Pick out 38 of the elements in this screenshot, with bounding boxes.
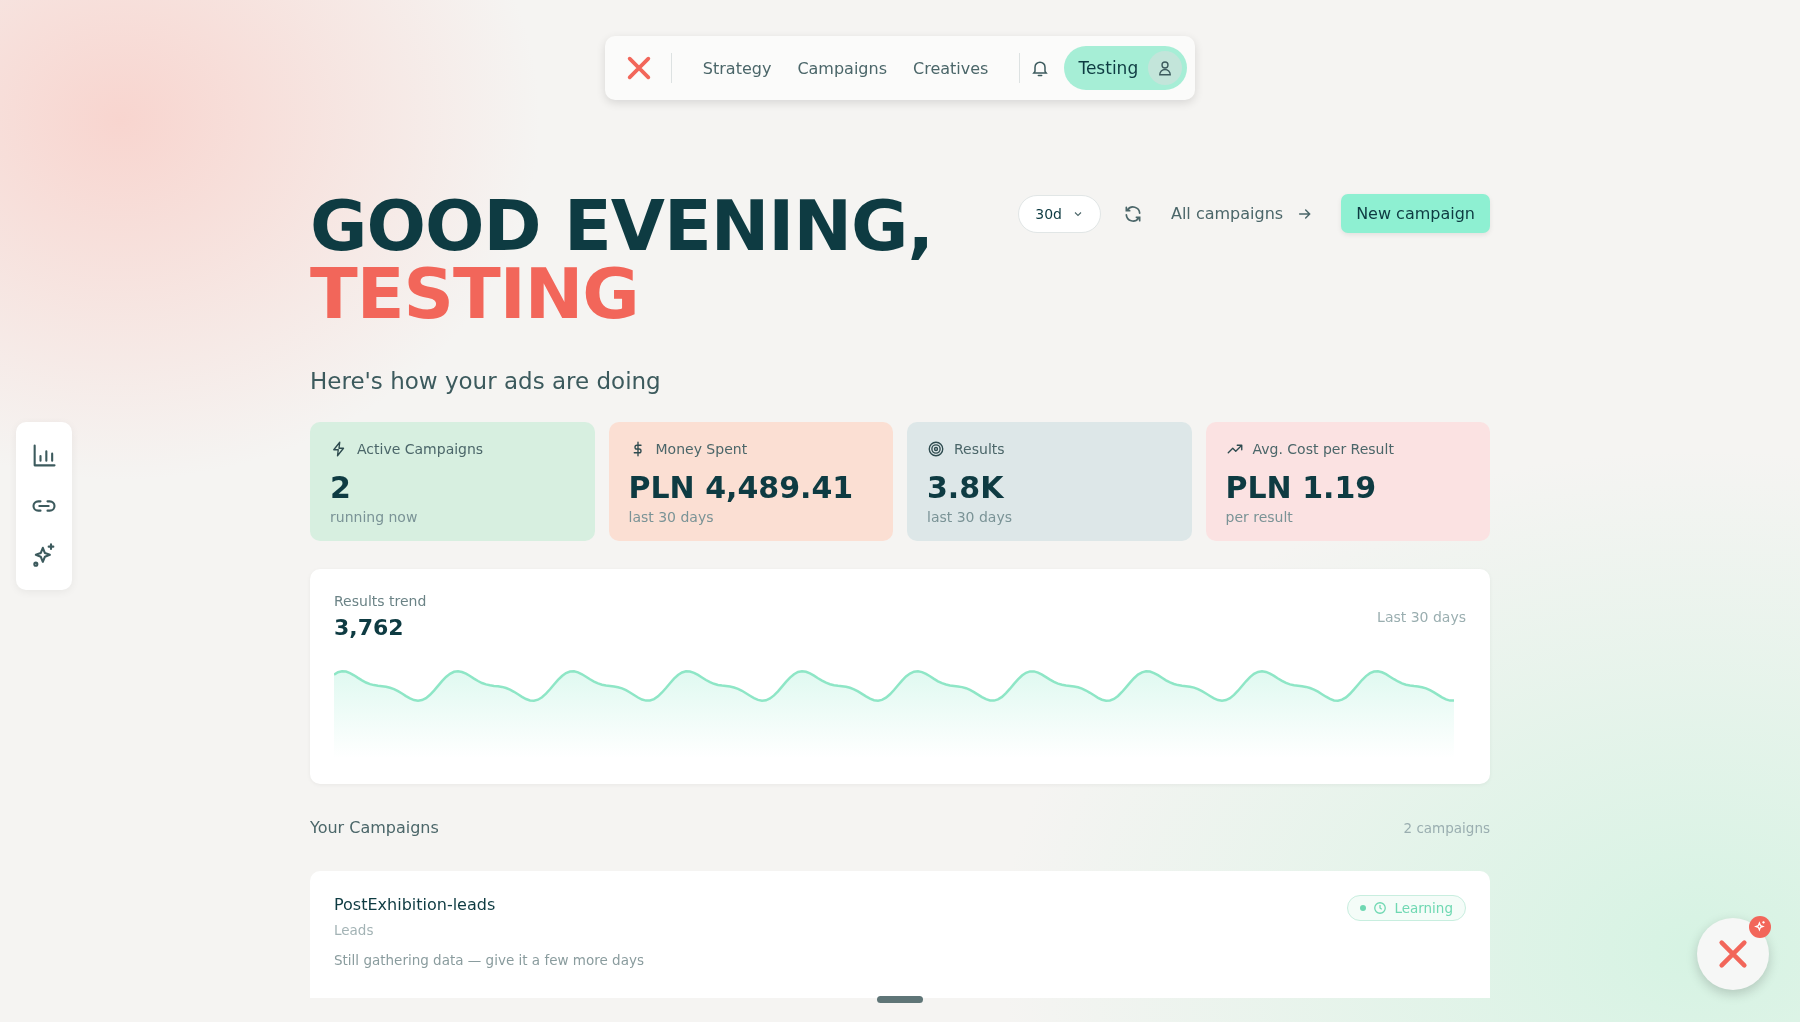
- greeting-heading: GOOD EVENING,: [310, 192, 933, 260]
- nav-link[interactable]: Campaigns: [784, 50, 900, 86]
- section-title: Your Campaigns: [310, 818, 439, 837]
- stat-note: last 30 days: [628, 509, 715, 525]
- stat-label: Active Campaigns: [357, 441, 484, 457]
- stat-value: PLN 4,489.41: [628, 470, 855, 505]
- subtitle: Here's how your ads are doing: [310, 368, 662, 394]
- stat-value: 3.8K: [927, 470, 1005, 505]
- user-menu-button[interactable]: Testing: [1064, 46, 1188, 90]
- stat-note: running now: [330, 509, 419, 525]
- campaign-note: Still gathering data — give it a few more days: [334, 952, 645, 968]
- campaign-objective: Leads: [334, 922, 375, 938]
- status-badge: Learning: [1347, 895, 1466, 921]
- all-campaigns-link[interactable]: All campaigns: [1164, 203, 1320, 224]
- date-range-label: Last 30 days: [1377, 609, 1466, 625]
- clock-icon: [1373, 901, 1388, 915]
- x-logo-icon[interactable]: [1716, 937, 1750, 971]
- chart-total: 3,762: [334, 615, 405, 640]
- new-campaign-button[interactable]: New campaign: [1341, 194, 1490, 233]
- campaign-count: 2 campaigns: [1403, 819, 1490, 836]
- nav-link[interactable]: Creatives: [900, 50, 1002, 86]
- assistant-button[interactable]: [1697, 918, 1769, 990]
- campaign-card[interactable]: PostExhibition-leads Leads Learning Still gathering data — give it a few more days: [310, 871, 1490, 998]
- user-name-heading: TESTING: [310, 260, 639, 328]
- nav-link[interactable]: Strategy: [689, 50, 785, 86]
- target-icon: [927, 440, 945, 458]
- bell-icon[interactable]: [1030, 58, 1051, 78]
- stat-label: Money Spent: [655, 441, 748, 457]
- stat-value: 2: [330, 470, 352, 505]
- stat-note: last 30 days: [927, 509, 1013, 525]
- stat-label: Results: [954, 441, 1005, 457]
- stat-note: per result: [1225, 509, 1294, 525]
- period-dropdown[interactable]: 30d: [1018, 194, 1101, 233]
- chart-title: Results trend: [334, 593, 427, 609]
- campaign-name[interactable]: PostExhibition-leads: [334, 895, 496, 914]
- stat-value: PLN 1.19: [1225, 470, 1378, 505]
- stat-label: Avg. Cost per Result: [1252, 441, 1394, 457]
- drag-handle[interactable]: [877, 996, 923, 1003]
